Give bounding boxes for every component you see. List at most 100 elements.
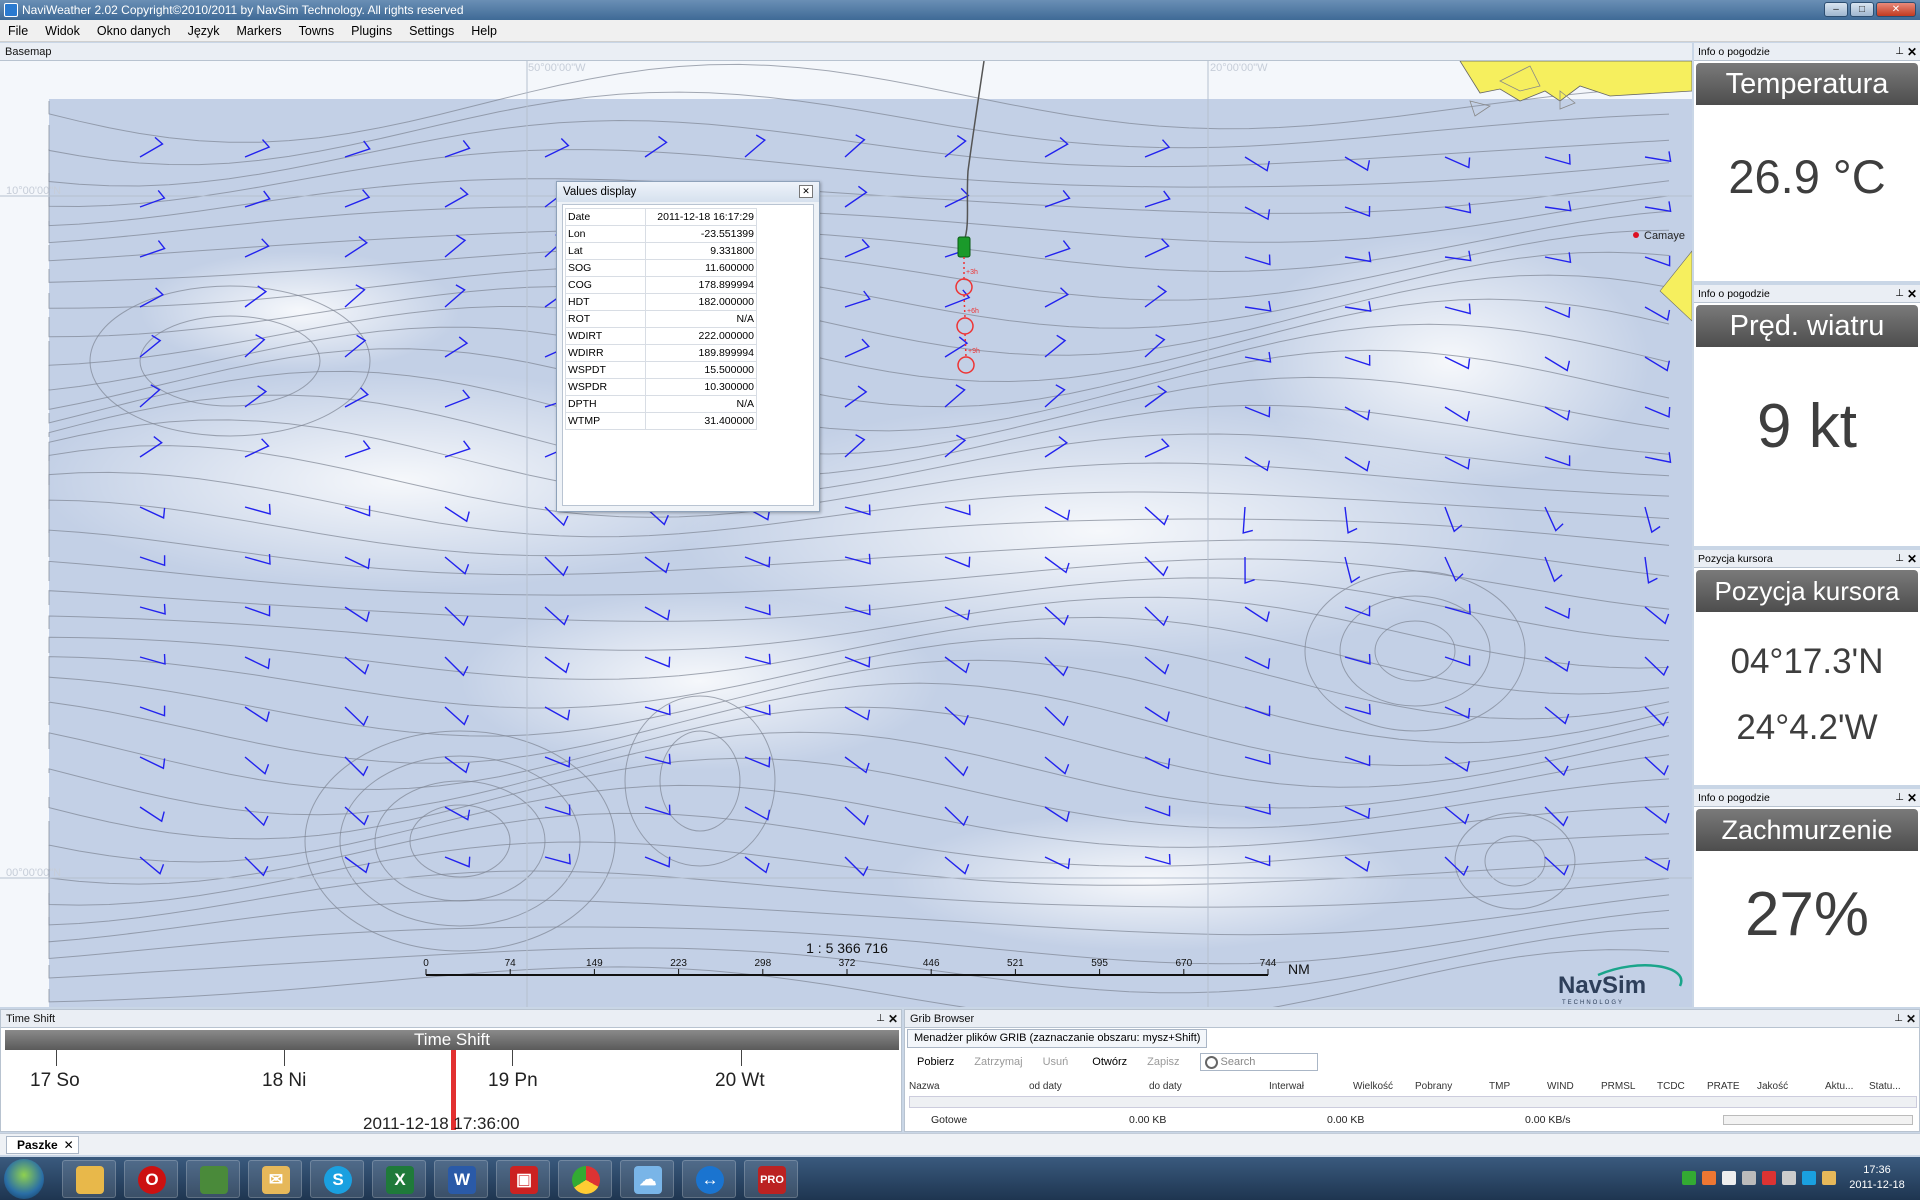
- close-icon[interactable]: ✕: [1907, 285, 1917, 303]
- menu-towns[interactable]: Towns: [299, 24, 334, 38]
- excel-taskbar-button[interactable]: X: [372, 1160, 426, 1198]
- mail-taskbar-button[interactable]: ✉: [248, 1160, 302, 1198]
- pin-icon[interactable]: ⊥: [1895, 43, 1904, 61]
- close-icon[interactable]: ✕: [64, 1137, 74, 1153]
- pin-icon[interactable]: ⊥: [1894, 1010, 1903, 1028]
- values-display-close-button[interactable]: ✕: [799, 185, 813, 198]
- column-header[interactable]: Wielkość: [1353, 1081, 1415, 1095]
- column-header[interactable]: Statu...: [1869, 1081, 1909, 1095]
- scale-tick-label: 670: [1175, 958, 1192, 969]
- column-header[interactable]: Interwał: [1269, 1081, 1353, 1095]
- value-cell: 31.400000: [645, 412, 757, 430]
- horizontal-scrollbar[interactable]: [909, 1096, 1917, 1108]
- menu-jezyk[interactable]: Język: [188, 24, 220, 38]
- teamviewer-taskbar-button[interactable]: ↔: [682, 1160, 736, 1198]
- tray-icon[interactable]: [1682, 1171, 1696, 1185]
- tray-icon[interactable]: [1762, 1171, 1776, 1185]
- column-header[interactable]: WIND: [1547, 1081, 1601, 1095]
- column-header[interactable]: PRATE: [1707, 1081, 1757, 1095]
- delete-button[interactable]: Usuń: [1043, 1056, 1069, 1068]
- menu-okno-danych[interactable]: Okno danych: [97, 24, 171, 38]
- opera-icon: O: [138, 1166, 166, 1194]
- value-cell: N/A: [645, 395, 757, 413]
- save-app-taskbar-button[interactable]: ▣: [496, 1160, 550, 1198]
- pin-icon[interactable]: ⊥: [1895, 789, 1904, 807]
- menu-file[interactable]: File: [8, 24, 28, 38]
- clock[interactable]: 17:36 2011-12-18: [1842, 1163, 1912, 1193]
- minimize-button[interactable]: –: [1824, 2, 1848, 17]
- search-input[interactable]: Search: [1199, 1053, 1318, 1071]
- route-label-9h: +9h: [968, 348, 980, 355]
- document-tab-strip: Paszke ✕: [0, 1133, 1920, 1155]
- value-cell: 222.000000: [645, 327, 757, 345]
- table-row: SOG 11.600000: [565, 259, 757, 277]
- values-display-body: Date 2011-12-18 16:17:29 Lon -23.551399 La…: [562, 204, 814, 506]
- skype-icon: S: [324, 1166, 352, 1194]
- menu-widok[interactable]: Widok: [45, 24, 80, 38]
- word-taskbar-button[interactable]: W: [434, 1160, 488, 1198]
- explorer-taskbar-button[interactable]: [62, 1160, 116, 1198]
- table-row: Lon -23.551399: [565, 225, 757, 243]
- menu-help[interactable]: Help: [471, 24, 497, 38]
- close-icon[interactable]: ✕: [1907, 43, 1917, 61]
- map-canvas[interactable]: 50°00'00"W 20°00'00"W 10°00'00"N 00°00'0…: [0, 61, 1692, 1007]
- column-header[interactable]: TCDC: [1657, 1081, 1707, 1095]
- maximize-button[interactable]: □: [1850, 2, 1874, 17]
- close-icon[interactable]: ✕: [888, 1010, 898, 1028]
- column-header[interactable]: PRMSL: [1601, 1081, 1657, 1095]
- column-header[interactable]: Pobrany: [1415, 1081, 1489, 1095]
- column-header[interactable]: do daty: [1149, 1081, 1269, 1095]
- values-display-dialog[interactable]: Values display ✕ Date 2011-12-18 16:17:29…: [556, 181, 820, 512]
- tray-icon[interactable]: [1802, 1171, 1816, 1185]
- scale-tick-label: 744: [1260, 958, 1277, 969]
- pin-icon[interactable]: ⊥: [1895, 550, 1904, 568]
- value-key: WSPDT: [565, 361, 646, 379]
- tab-paszke[interactable]: Paszke ✕: [6, 1136, 79, 1154]
- column-header[interactable]: Nazwa: [909, 1081, 1029, 1095]
- weather-map[interactable]: 50°00'00"W 20°00'00"W 10°00'00"N 00°00'0…: [0, 61, 1692, 1007]
- pin-icon[interactable]: ⊥: [1895, 285, 1904, 303]
- close-window-button[interactable]: ✕: [1876, 2, 1916, 17]
- close-icon[interactable]: ✕: [1906, 1010, 1916, 1028]
- chrome-taskbar-button[interactable]: [558, 1160, 612, 1198]
- tray-icon[interactable]: [1742, 1171, 1756, 1185]
- opera-taskbar-button[interactable]: O: [124, 1160, 178, 1198]
- start-button[interactable]: [4, 1159, 44, 1199]
- chrome-icon: [572, 1166, 600, 1194]
- network-taskbar-button[interactable]: [186, 1160, 240, 1198]
- column-header[interactable]: TMP: [1489, 1081, 1547, 1095]
- grib-manager-tab[interactable]: Menadżer plików GRIB (zaznaczanie obszar…: [907, 1029, 1208, 1048]
- menu-markers[interactable]: Markers: [237, 24, 282, 38]
- value-cell: 9.331800: [645, 242, 757, 260]
- folder-icon: [76, 1166, 104, 1194]
- close-icon[interactable]: ✕: [1907, 550, 1917, 568]
- weather-taskbar-button[interactable]: ☁: [620, 1160, 674, 1198]
- clock-time: 17:36: [1863, 1164, 1891, 1176]
- time-shift-panel: Time Shift ⊥ ✕ Time Shift 17 So 18 Ni 19 …: [0, 1009, 902, 1133]
- day-label: 20 Wt: [715, 1070, 765, 1091]
- navsim-pro-taskbar-button[interactable]: PRO: [744, 1160, 798, 1198]
- pin-icon[interactable]: ⊥: [876, 1010, 885, 1028]
- menu-settings[interactable]: Settings: [409, 24, 454, 38]
- column-header[interactable]: od daty: [1029, 1081, 1149, 1095]
- app-icon: [4, 3, 18, 17]
- tray-icon[interactable]: [1702, 1171, 1716, 1185]
- open-button[interactable]: Otwórz: [1092, 1056, 1127, 1068]
- download-button[interactable]: Pobierz: [917, 1056, 954, 1068]
- menu-plugins[interactable]: Plugins: [351, 24, 392, 38]
- volume-icon[interactable]: [1782, 1171, 1796, 1185]
- skype-taskbar-button[interactable]: S: [310, 1160, 364, 1198]
- scale-tick-label: 372: [839, 958, 856, 969]
- save-button[interactable]: Zapisz: [1147, 1056, 1179, 1068]
- scale-ratio: 1 : 5 366 716: [806, 940, 888, 956]
- tray-icon[interactable]: [1722, 1171, 1736, 1185]
- value-cell: -23.551399: [645, 225, 757, 243]
- tray-icon[interactable]: [1822, 1171, 1836, 1185]
- column-header[interactable]: Jakość: [1757, 1081, 1825, 1095]
- window-titlebar: NaviWeather 2.02 Copyright©2010/2011 by …: [0, 0, 1920, 20]
- column-header[interactable]: Aktu...: [1825, 1081, 1869, 1095]
- status-size: 0.00 KB: [1129, 1114, 1167, 1126]
- close-icon[interactable]: ✕: [1907, 789, 1917, 807]
- stop-button[interactable]: Zatrzymaj: [974, 1056, 1022, 1068]
- menu-bar: File Widok Okno danych Język Markers Tow…: [0, 20, 1920, 42]
